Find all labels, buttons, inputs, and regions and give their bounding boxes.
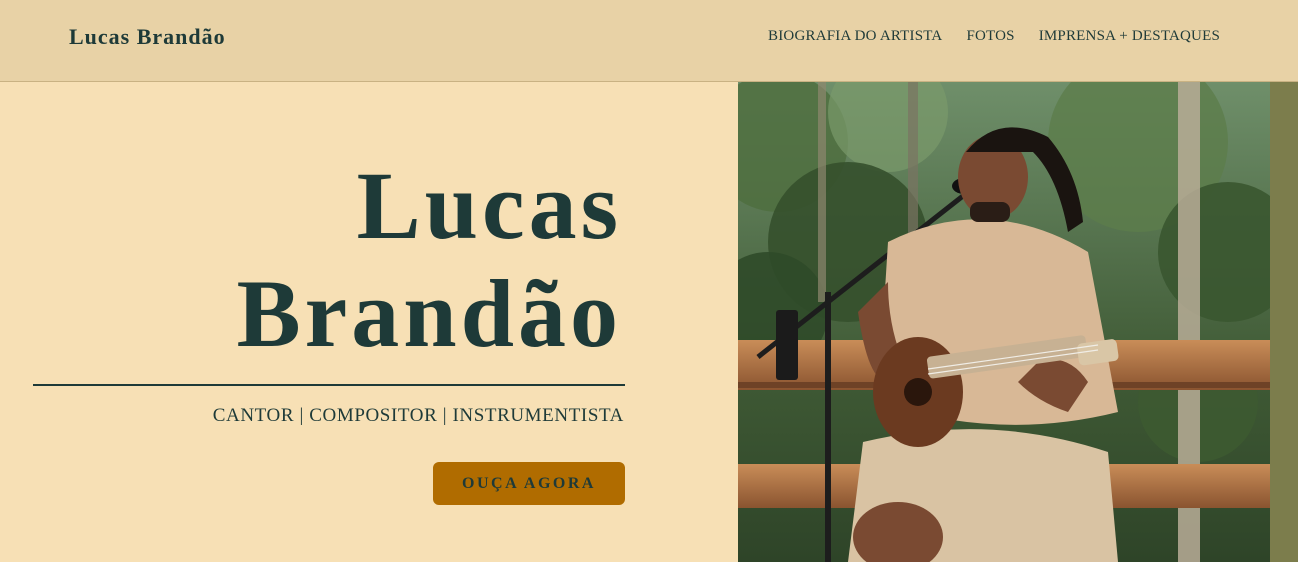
hero-title-line1: Lucas xyxy=(356,152,622,259)
hero-title-line2: Brandão xyxy=(236,260,622,367)
listen-now-button[interactable]: OUÇA AGORA xyxy=(433,462,625,505)
nav-item-biografia[interactable]: BIOGRAFIA DO ARTISTA xyxy=(768,28,942,45)
main-nav: BIOGRAFIA DO ARTISTA FOTOS IMPRENSA + DE… xyxy=(768,28,1220,45)
nav-item-imprensa[interactable]: IMPRENSA + DESTAQUES xyxy=(1039,28,1220,45)
site-brand[interactable]: Lucas Brandão xyxy=(69,24,226,50)
hero-divider xyxy=(33,384,625,386)
hero-title: Lucas Brandão xyxy=(237,152,622,368)
site-header: Lucas Brandão BIOGRAFIA DO ARTISTA FOTOS… xyxy=(0,0,1298,82)
performer-with-guitar-photo xyxy=(738,82,1270,562)
hero-subtitle: CANTOR | COMPOSITOR | INSTRUMENTISTA xyxy=(212,405,624,426)
nav-item-fotos[interactable]: FOTOS xyxy=(966,28,1014,45)
side-accent-strip xyxy=(1270,82,1298,562)
